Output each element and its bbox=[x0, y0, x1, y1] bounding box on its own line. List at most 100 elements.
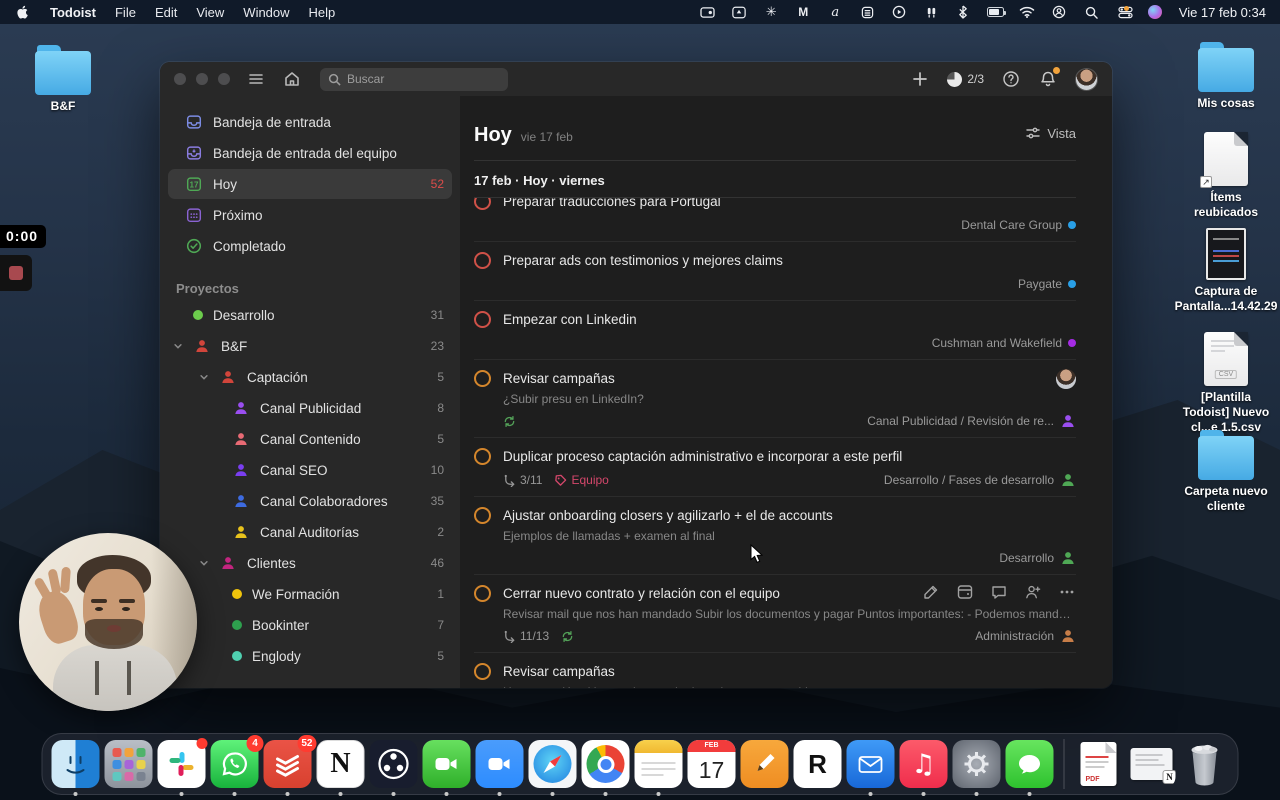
wifi-icon[interactable] bbox=[1019, 4, 1036, 20]
dock-chrome-icon[interactable] bbox=[581, 740, 630, 796]
desktop-icon-captura-de-pantalla-14-42-29[interactable]: Captura de Pantalla...14.42.29 bbox=[1175, 228, 1277, 314]
home-icon[interactable] bbox=[282, 69, 302, 89]
more-actions-icon[interactable] bbox=[1058, 583, 1076, 601]
comment-icon[interactable] bbox=[990, 583, 1008, 601]
dock-obs-icon[interactable] bbox=[369, 740, 418, 796]
sidebar-project-captaci-n[interactable]: Captación 5 bbox=[168, 362, 452, 392]
search-input[interactable]: Buscar bbox=[320, 67, 508, 91]
menubar-menu-file[interactable]: File bbox=[115, 5, 136, 20]
siri-icon[interactable] bbox=[1147, 4, 1164, 20]
task-row[interactable]: Ajustar onboarding closers y agilizarlo … bbox=[474, 497, 1076, 575]
battery-icon[interactable] bbox=[986, 4, 1006, 20]
schedule-icon[interactable] bbox=[956, 583, 974, 601]
menubar-menu-view[interactable]: View bbox=[196, 5, 224, 20]
dock-settings-icon[interactable] bbox=[952, 740, 1001, 796]
malwarebytes-icon[interactable]: M bbox=[795, 4, 812, 20]
dock-pdf-doc-icon[interactable]: PDF bbox=[1075, 740, 1123, 788]
dock-pages-icon[interactable] bbox=[740, 740, 789, 788]
dock-facetime-icon[interactable] bbox=[422, 740, 471, 796]
task-project[interactable]: Desarrollo bbox=[999, 550, 1076, 566]
dock-music-icon[interactable]: ♫ bbox=[899, 740, 948, 796]
window-titlebar[interactable]: Buscar 2/3 bbox=[160, 62, 1112, 96]
task-project[interactable]: Administración bbox=[975, 628, 1076, 644]
task-checkbox[interactable] bbox=[474, 252, 491, 269]
dock-slack-icon[interactable] bbox=[157, 738, 208, 796]
task-checkbox[interactable] bbox=[474, 585, 491, 602]
desktop-icon-b-f[interactable]: B&F bbox=[15, 45, 111, 114]
dock-safari-icon[interactable] bbox=[528, 740, 577, 796]
sidebar-project-we-formaci-n[interactable]: We Formación 1 bbox=[168, 579, 452, 609]
desktop-icon-mis-cosas[interactable]: Mis cosas bbox=[1178, 42, 1274, 111]
airpods-icon[interactable] bbox=[923, 4, 940, 20]
bluetooth-icon[interactable] bbox=[955, 4, 972, 20]
burst-icon[interactable]: ✳ bbox=[763, 4, 780, 20]
eject-app-icon[interactable] bbox=[731, 4, 748, 20]
task-checkbox[interactable] bbox=[474, 311, 491, 328]
task-project[interactable]: Cushman and Wakefield bbox=[932, 336, 1076, 350]
menubar-clock[interactable]: Vie 17 feb 0:34 bbox=[1179, 5, 1266, 20]
task-project[interactable]: Paygate bbox=[1018, 277, 1076, 291]
sidebar-project-canal-publicidad[interactable]: Canal Publicidad 8 bbox=[168, 393, 452, 423]
dock-notion-icon[interactable]: N bbox=[316, 740, 365, 796]
app-menu-title[interactable]: Todoist bbox=[50, 5, 96, 20]
sidebar-project-canal-contenido[interactable]: Canal Contenido 5 bbox=[168, 424, 452, 454]
dock-calendar-icon[interactable]: FEB 17 bbox=[687, 740, 736, 788]
sidebar-toggle-icon[interactable] bbox=[246, 69, 266, 89]
task-row[interactable]: Preparar ads con testimonios y mejores c… bbox=[474, 242, 1076, 301]
sidebar-item-completado[interactable]: Completado bbox=[168, 231, 452, 261]
task-checkbox[interactable] bbox=[474, 370, 491, 387]
task-checkbox[interactable] bbox=[474, 198, 491, 210]
sidebar-item-hoy[interactable]: 17 Hoy 52 bbox=[168, 169, 452, 199]
view-options-button[interactable]: Vista bbox=[1025, 125, 1076, 141]
apple-menu-icon[interactable] bbox=[14, 4, 31, 20]
chevron-down-icon[interactable] bbox=[173, 339, 183, 354]
task-row[interactable]: Preparar traducciones para Portugal Denta… bbox=[474, 198, 1076, 242]
sidebar-project-b-f[interactable]: B&F 23 bbox=[168, 331, 452, 361]
dock-todoist-icon[interactable]: 52 bbox=[263, 735, 317, 796]
control-center-icon[interactable] bbox=[1115, 4, 1133, 20]
notifications-icon[interactable] bbox=[1038, 67, 1060, 89]
sidebar-project-canal-seo[interactable]: Canal SEO 10 bbox=[168, 455, 452, 485]
sidebar-project-clientes[interactable]: Clientes 46 bbox=[168, 548, 452, 578]
layers-icon[interactable] bbox=[859, 4, 876, 20]
dock-trash-icon[interactable] bbox=[1181, 740, 1229, 788]
sidebar-project-bookinter[interactable]: Bookinter 7 bbox=[168, 610, 452, 640]
task-row[interactable]: Cerrar nuevo contrato y relación con el … bbox=[474, 575, 1076, 653]
zoom-window-button[interactable] bbox=[218, 73, 230, 85]
spotlight-icon[interactable] bbox=[1083, 4, 1100, 20]
task-row[interactable]: Empezar con Linkedin Cushman and Wakefiel… bbox=[474, 301, 1076, 360]
menubar-menu-window[interactable]: Window bbox=[243, 5, 289, 20]
sidebar-project-englody[interactable]: Englody 5 bbox=[168, 641, 452, 671]
dock-messages-icon[interactable] bbox=[1005, 740, 1054, 796]
play-circle-icon[interactable] bbox=[891, 4, 908, 20]
user-avatar[interactable] bbox=[1075, 67, 1098, 91]
dock-mail-icon[interactable] bbox=[846, 740, 895, 796]
task-checkbox[interactable] bbox=[474, 448, 491, 465]
desktop-icon-carpeta-nuevo-cliente[interactable]: Carpeta nuevo cliente bbox=[1178, 430, 1274, 514]
sidebar-project-canal-colaboradores[interactable]: Canal Colaboradores 35 bbox=[168, 486, 452, 516]
close-window-button[interactable] bbox=[174, 73, 186, 85]
user-switch-icon[interactable] bbox=[1051, 4, 1068, 20]
help-icon[interactable] bbox=[1001, 69, 1021, 89]
sidebar-project-desarrollo[interactable]: Desarrollo 31 bbox=[168, 300, 452, 330]
minimize-window-button[interactable] bbox=[196, 73, 208, 85]
dock-zoom-icon[interactable] bbox=[475, 740, 524, 796]
chevron-down-icon[interactable] bbox=[199, 556, 209, 571]
task-row[interactable]: Revisar campañas ¿Subir presu en LinkedIn… bbox=[474, 360, 1076, 438]
assign-icon[interactable] bbox=[1024, 583, 1042, 601]
sidebar-item-bandeja-de-entrada[interactable]: Bandeja de entrada bbox=[168, 107, 452, 137]
screen-mirror-icon[interactable] bbox=[699, 4, 716, 20]
task-row[interactable]: Duplicar proceso captación administrativ… bbox=[474, 438, 1076, 497]
quick-add-icon[interactable] bbox=[910, 69, 930, 89]
dock-notes-icon[interactable] bbox=[634, 740, 683, 796]
task-checkbox[interactable] bbox=[474, 507, 491, 524]
task-checkbox[interactable] bbox=[474, 663, 491, 680]
sidebar-item-pr-ximo[interactable]: Próximo bbox=[168, 200, 452, 230]
desktop-icon-tems-reubicados[interactable]: ↗ Ítems reubicados bbox=[1178, 132, 1274, 220]
dock-doc-preview-icon[interactable]: N bbox=[1128, 740, 1176, 788]
task-row[interactable]: Revisar campañas Hacer reunión si hay mal… bbox=[474, 653, 1076, 688]
task-label[interactable]: Equipo bbox=[554, 473, 609, 487]
productivity-button[interactable]: 2/3 bbox=[947, 71, 984, 87]
sidebar-item-bandeja-de-entrada-del-equipo[interactable]: Bandeja de entrada del equipo bbox=[168, 138, 452, 168]
edit-task-icon[interactable] bbox=[922, 583, 940, 601]
